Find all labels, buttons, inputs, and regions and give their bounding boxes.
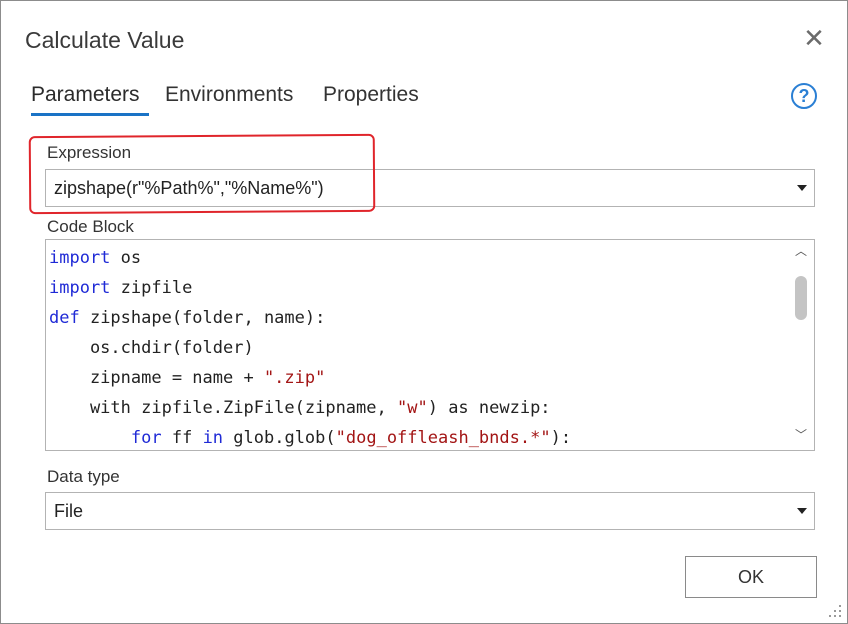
help-icon[interactable]: ?: [791, 83, 817, 109]
code-block-editor[interactable]: import os import zipfile def zipshape(fold…: [45, 239, 815, 451]
scroll-thumb[interactable]: [795, 276, 807, 320]
dropdown-arrow-icon[interactable]: [797, 185, 807, 191]
code-block-label: Code Block: [47, 217, 134, 236]
code-text: ):: [550, 428, 572, 448]
tab-properties[interactable]: Properties: [323, 83, 419, 107]
active-tab-indicator: [31, 113, 149, 116]
code-line: os.chdir(folder): [49, 338, 254, 358]
scroll-down-icon[interactable]: ﹀: [795, 429, 807, 441]
ok-button[interactable]: OK: [685, 556, 817, 598]
code-keyword: in: [202, 428, 224, 448]
tab-environments[interactable]: Environments: [165, 83, 293, 107]
dropdown-arrow-icon[interactable]: [797, 508, 807, 514]
code-text: glob.glob(: [223, 428, 336, 448]
code-keyword: import: [49, 248, 111, 268]
code-string: ".zip": [263, 368, 326, 388]
code-text: zipfile: [110, 278, 193, 298]
code-text: ff: [161, 428, 203, 448]
code-text: ) as newzip:: [427, 398, 551, 418]
data-type-select[interactable]: File: [45, 492, 815, 530]
code-line: zipname = name + ".zip": [49, 368, 325, 388]
code-text: zipname = name +: [49, 368, 264, 388]
code-text: os.chdir(folder): [49, 338, 254, 358]
scroll-up-icon[interactable]: ︿: [795, 245, 807, 257]
code-text: with zipfile.ZipFile(zipname,: [49, 398, 397, 418]
calculate-value-dialog: Calculate Value ✕ Parameters Environment…: [0, 0, 848, 624]
code-line: with zipfile.ZipFile(zipname, "w") as ne…: [49, 398, 551, 418]
data-type-label: Data type: [47, 467, 120, 486]
code-line: import zipfile: [49, 278, 192, 298]
code-text: os: [110, 248, 142, 268]
dialog-title: Calculate Value: [25, 27, 185, 53]
code-string: "w": [397, 398, 428, 418]
code-scrollbar[interactable]: ︿ ﹀: [786, 240, 814, 450]
code-string: "dog_offleash_bnds.*": [335, 428, 551, 448]
code-keyword: def: [49, 308, 80, 328]
code-line: import os: [49, 248, 141, 268]
tab-parameters[interactable]: Parameters: [31, 83, 140, 107]
resize-grip-icon[interactable]: [829, 605, 843, 619]
annotation-highlight-box: [28, 133, 376, 215]
data-type-value: File: [54, 501, 84, 521]
code-keyword: for: [130, 428, 162, 448]
code-keyword: import: [49, 278, 111, 298]
code-text: zipshape(folder, name):: [79, 308, 326, 328]
close-icon[interactable]: ✕: [799, 23, 829, 53]
code-line: def zipshape(folder, name):: [49, 308, 325, 328]
code-line: for ff in glob.glob("dog_offleash_bnds.*…: [49, 428, 571, 448]
